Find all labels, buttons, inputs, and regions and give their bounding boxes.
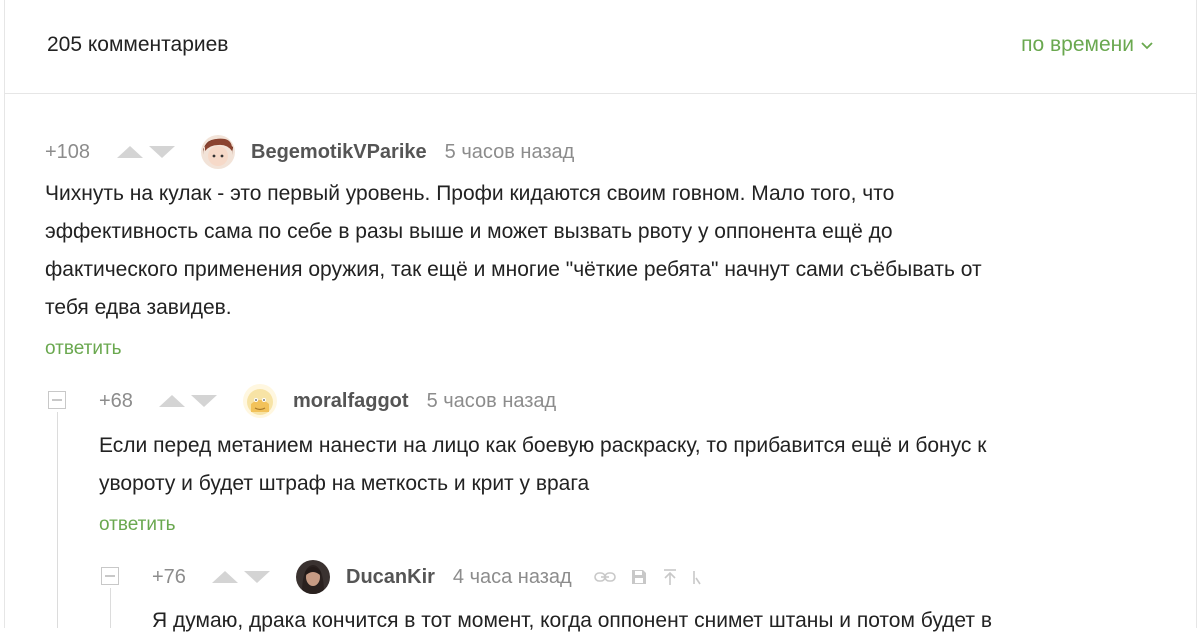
link-icon[interactable] [593, 570, 616, 584]
sort-dropdown[interactable]: по времени [1021, 33, 1154, 57]
cartoon-face-avatar-icon [243, 384, 277, 418]
reply-button[interactable]: ответить [45, 338, 122, 360]
downvote-icon[interactable] [189, 393, 219, 409]
comment-author[interactable]: DucanKir [346, 566, 435, 589]
comments-count: 205 комментариев [47, 33, 229, 56]
brown-haired-avatar-icon [201, 135, 235, 169]
comment-text-line: тебя едва завидев. [45, 296, 232, 319]
thread-line [57, 412, 58, 628]
comment-text-line: увороту и будет штраф на меткость и крит… [99, 472, 590, 495]
comment-meta: +76 DucanKir 4 часа назад [152, 560, 702, 594]
comment-tools [593, 568, 702, 586]
dark-portrait-avatar-icon [296, 560, 330, 594]
comment-text-line: эффективность сама по себе в разы выше и… [45, 220, 893, 243]
content-border-right [1196, 94, 1197, 628]
avatar[interactable] [243, 384, 277, 418]
upvote-icon[interactable] [115, 144, 145, 160]
avatar[interactable] [201, 135, 235, 169]
comment-text-line: Я думаю, драка кончится в тот момент, ко… [152, 609, 992, 632]
comment-author[interactable]: BegemotikVParike [251, 141, 427, 164]
avatar[interactable] [296, 560, 330, 594]
comment-text-line: Если перед метанием нанести на лицо как … [99, 434, 987, 457]
vote-controls [115, 144, 177, 160]
thread-line [110, 588, 111, 628]
comment-time[interactable]: 5 часов назад [445, 141, 575, 164]
comment-time[interactable]: 5 часов назад [427, 390, 557, 413]
comment-rating: +108 [45, 140, 91, 163]
reply-button[interactable]: ответить [99, 514, 176, 536]
upvote-icon[interactable] [210, 569, 240, 585]
comment-time[interactable]: 4 часа назад [453, 566, 572, 589]
downvote-icon[interactable] [242, 569, 272, 585]
collapse-thread-button[interactable] [48, 391, 66, 409]
comment-text-line: Чихнуть на кулак - это первый уровень. П… [45, 182, 895, 205]
content-border-left [4, 94, 5, 628]
comment-meta: +68 moralfaggot 5 часов назад [99, 384, 556, 418]
vote-controls [210, 569, 272, 585]
comment-body: Чихнуть на кулак - это первый уровень. П… [45, 175, 1165, 327]
comment-rating: +68 [99, 389, 133, 412]
vote-controls [157, 393, 219, 409]
upload-icon[interactable] [662, 568, 678, 586]
comment-rating: +76 [152, 565, 186, 588]
save-icon[interactable] [630, 568, 648, 586]
comment-body: Если перед метанием нанести на лицо как … [99, 427, 1169, 503]
comment-text-line: фактического применения оружия, так ещё … [45, 258, 982, 281]
comment-meta: +108 BegemotikVParike 5 часов назад [45, 135, 574, 169]
downvote-icon[interactable] [147, 144, 177, 160]
comment-body: Я думаю, драка кончится в тот момент, ко… [152, 602, 1172, 640]
comment-author[interactable]: moralfaggot [293, 390, 409, 413]
more-icon[interactable] [692, 568, 702, 586]
collapse-thread-button[interactable] [101, 567, 119, 585]
comments-header: 205 комментариев по времени [4, 0, 1197, 94]
sort-label: по времени [1021, 33, 1134, 56]
chevron-down-icon [1141, 42, 1153, 50]
upvote-icon[interactable] [157, 393, 187, 409]
